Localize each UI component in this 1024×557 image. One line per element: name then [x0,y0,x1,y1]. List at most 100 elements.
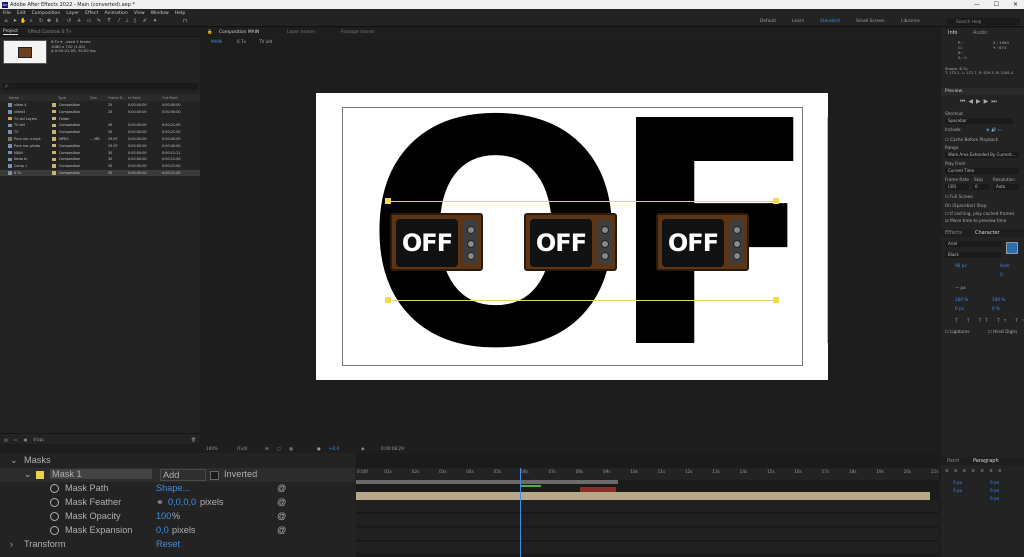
tab-info[interactable]: Info [948,30,957,36]
puppet-pin-icon[interactable]: ✦ [152,18,158,25]
play-from-dropdown[interactable]: Current Time [945,168,1019,174]
project-item-row[interactable]: Pura ma..photo Composition 29.97 0:00:00:00… [0,143,200,149]
stopwatch-icon[interactable] [50,484,59,493]
hand-tool-icon[interactable]: ✋ [20,18,26,25]
menu-view[interactable]: View [134,11,145,16]
tab-paint[interactable]: Paint [947,458,959,464]
layer-duration-bar[interactable] [356,492,930,500]
col-frame-rate[interactable]: Frame R... [108,96,125,100]
snapshot-icon[interactable]: ◉ [361,446,365,451]
mask-path-top[interactable] [388,201,778,202]
full-screen-checkbox[interactable]: ☐ Full Screen [945,194,973,199]
project-item-row[interactable]: TV old Composition 30 0:00:00:00 0:00:21:00 [0,122,200,128]
mask-mode-dropdown[interactable]: Add [160,469,206,481]
mask1-row[interactable]: ⌄ Mask 1 Add Inverted [0,468,355,482]
label-color-swatch[interactable] [52,123,56,128]
inverted-checkbox[interactable] [210,471,219,480]
label-color-swatch[interactable] [52,150,56,155]
col-size[interactable]: Size [90,96,97,100]
minimize-button[interactable]: — [974,1,980,8]
mask-expansion-value[interactable]: 0,0 [156,525,169,535]
interpret-footage-icon[interactable]: ▤ [4,437,8,442]
project-item-row[interactable]: 6.Tv Composition 30 0:00:00:00 0:00:21:00 [0,170,200,177]
maximize-button[interactable]: ☐ [994,1,999,8]
workspace-learn[interactable]: Learn [792,19,804,24]
horizontal-scale-value[interactable]: 100 % [992,297,1005,302]
selection-tool-icon[interactable]: ➤ [12,18,18,25]
rotate-tool-icon[interactable]: ↺ [66,18,72,25]
indent-left-value[interactable]: 0 px [953,480,962,485]
cache-before-checkbox[interactable]: ☐ Cache Before Playback [945,137,998,142]
tab-effect-controls[interactable]: Effect Controls 6.Tv [28,30,71,35]
playback-controls[interactable]: ⏮◀▶▶⏭ [960,98,1000,106]
mask-path-bottom[interactable] [388,300,778,301]
project-item-row[interactable]: MAIN Composition 30 0:00:00:00 0:00:11:21 [0,150,200,156]
chevron-down-icon[interactable]: ⌄ [24,469,32,480]
transform-reset-link[interactable]: Reset [156,539,180,549]
snapping-icon[interactable]: ⊓ [182,18,188,25]
mask-path-value[interactable]: Shape... [156,483,190,493]
baseline-shift-value[interactable]: 0 px [955,306,964,311]
dolly-tool-icon[interactable]: ⇕ [54,18,60,25]
workspace-libraries[interactable]: Libraries [901,19,920,24]
composition-canvas[interactable]: OFF OFF OFF OFF [316,93,828,380]
stopwatch-icon[interactable] [50,526,59,535]
frame-rate-dropdown[interactable]: (30) [945,184,969,190]
label-color-swatch[interactable] [52,143,56,148]
font-style-dropdown[interactable]: Black [945,252,1001,258]
col-in-point[interactable]: In Point [128,96,141,100]
trash-icon[interactable]: 🗑 [191,437,196,442]
menu-layer[interactable]: Layer [66,11,79,16]
current-time[interactable]: 0:00:08:29 [381,446,404,451]
mask-visibility-icon[interactable]: ▢ [277,446,281,451]
pen-tool-icon[interactable]: ✎ [96,18,102,25]
tab-layer[interactable]: Layer (none) [287,30,315,35]
resolution-dropdown-preview[interactable]: Auto [993,184,1019,190]
brush-tool-icon[interactable]: ⁄ [116,18,122,25]
label-color-swatch[interactable] [52,103,56,107]
lock-icon[interactable]: 🔒 [207,30,212,35]
zoom-dropdown[interactable]: 100% [206,446,218,451]
breadcrumb-tv-old[interactable]: TV old [259,39,272,44]
mask-vertex-handle[interactable] [773,198,779,204]
orbit-tool-icon[interactable]: ↻ [38,18,44,25]
label-color-swatch[interactable] [52,116,56,121]
label-color-swatch[interactable] [52,130,56,134]
col-out-point[interactable]: Out Point [162,96,178,100]
workspace-small-screen[interactable]: Small Screen [856,19,885,24]
tab-audio[interactable]: Audio [973,30,987,36]
skip-dropdown[interactable]: 0 [972,184,990,190]
project-search-input[interactable]: ρ. [2,83,198,90]
spiral-pickwhip-icon[interactable]: @ [277,497,286,507]
project-item-row[interactable]: video 4 Composition 25 0:00:00:00 0:00:00:00 [0,102,200,108]
tab-project[interactable]: Project [3,29,19,35]
menu-window[interactable]: Window [151,11,169,16]
label-color-swatch[interactable] [52,109,56,114]
font-family-dropdown[interactable]: Arial [945,241,1001,247]
if-caching-checkbox[interactable]: ☐ If caching, play cached frames [945,211,1014,216]
project-item-row[interactable]: TV Composition 30 0:00:00:00 0:00:21:00 [0,129,200,135]
vertical-scale-value[interactable]: 100 % [955,297,968,302]
anchor-tool-icon[interactable]: ✛ [76,18,82,25]
rectangle-tool-icon[interactable]: ▭ [86,18,92,25]
bit-depth[interactable]: 8 bpc [33,437,44,442]
project-item-row[interactable]: TV old Layers Folder [0,116,200,122]
menu-composition[interactable]: Composition [32,11,61,16]
shortcut-dropdown[interactable]: Spacebar [945,118,1013,124]
current-time-indicator[interactable] [520,468,521,557]
label-color-swatch[interactable] [52,137,56,141]
range-dropdown[interactable]: Work Area Extended By Current... [945,152,1019,158]
project-item-row[interactable]: Comp 1 Composition 30 0:00:00:00 0:00:21:00 [0,163,200,169]
mask-feather-value[interactable]: 0,0,0,0 [168,497,196,507]
mask-opacity-value[interactable]: 100 [156,511,171,521]
space-before-value[interactable]: 0 px [953,488,962,493]
menu-edit[interactable]: Edit [17,11,26,16]
chevron-right-icon[interactable]: › [10,539,13,549]
col-name[interactable]: Name [9,96,19,100]
mask-vertex-handle[interactable] [773,297,779,303]
mask-vertex-handle[interactable] [385,198,391,204]
ligatures-checkbox[interactable]: ☐ Ligatures [945,329,970,334]
include-icons[interactable]: ◉ 🔊 ▭ [986,127,1002,133]
leading-value[interactable]: Auto [1000,263,1010,268]
spiral-pickwhip-icon[interactable]: @ [277,483,286,493]
